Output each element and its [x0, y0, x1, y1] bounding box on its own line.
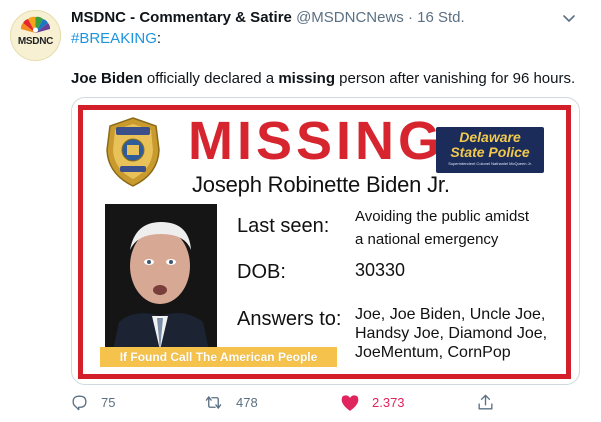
agency-subtitle: Superintendent Colonel Nathaniel McQueen…	[448, 161, 532, 166]
poster-headline: MISSING	[188, 111, 445, 171]
agency-line2: State Police	[450, 144, 530, 160]
answers-to-value-2: Handsy Joe, Diamond Joe,	[355, 325, 548, 342]
dob-value: 30330	[355, 260, 406, 280]
agency-logo: Delaware State Police Superintendent Col…	[436, 127, 544, 173]
tweet-text-bold-name: Joe Biden	[71, 70, 143, 87]
reply-icon	[72, 395, 87, 411]
like-button[interactable]: 2.373	[340, 393, 405, 412]
agency-line1: Delaware	[459, 129, 521, 145]
portrait-photo	[105, 204, 217, 350]
last-seen-value-2: a national emergency	[355, 231, 499, 248]
last-seen-label: Last seen:	[237, 215, 330, 237]
dob-label: DOB:	[237, 261, 286, 283]
avatar[interactable]: MSDNC	[10, 10, 61, 61]
display-name[interactable]: MSDNC - Commentary & Satire	[71, 9, 292, 26]
retweet-icon	[205, 396, 222, 409]
retweet-count: 478	[236, 395, 258, 410]
answers-to-value-1: Joe, Joe Biden, Uncle Joe,	[355, 306, 546, 323]
hashtag-suffix: :	[156, 30, 162, 47]
last-seen-value-1: Avoiding the public amidst	[355, 208, 529, 225]
chevron-down-icon[interactable]	[559, 8, 579, 28]
tweet-media-image[interactable]: MISSING Joseph Robinette Biden Jr. Delaw…	[71, 97, 580, 385]
hashtag-link[interactable]: #BREAKING	[71, 30, 157, 47]
answers-to-value-3: JoeMentum, CornPop	[355, 344, 511, 361]
user-handle[interactable]: @MSDNCNews	[296, 9, 404, 26]
police-badge-icon	[106, 117, 160, 187]
retweet-button[interactable]: 478	[203, 393, 258, 412]
reply-button[interactable]: 75	[70, 393, 115, 412]
hashtag-line: #BREAKING:	[71, 30, 161, 47]
tweet-text-bold-missing: missing	[278, 70, 336, 87]
share-icon	[478, 394, 493, 410]
tweet-header: MSDNC - Commentary & Satire @MSDNCNews ·…	[71, 9, 465, 26]
tweet-text-segment: officially declared a	[142, 70, 279, 87]
tweet-text-segment-end: person after vanishing for 96 hours.	[335, 70, 576, 87]
missing-poster: MISSING Joseph Robinette Biden Jr. Delaw…	[72, 100, 579, 383]
answers-to-label: Answers to:	[237, 308, 342, 330]
found-call-banner: If Found Call The American People	[100, 347, 337, 367]
like-count: 2.373	[372, 395, 405, 410]
avatar-label: MSDNC	[17, 36, 54, 47]
heart-icon	[341, 395, 359, 411]
header-separator: ·	[407, 9, 413, 26]
tweet-text: Joe Biden officially declared a missing …	[71, 70, 575, 87]
reply-count: 75	[101, 395, 116, 410]
share-button[interactable]	[476, 393, 495, 412]
tweet-actions: 75 478 2.373	[0, 393, 601, 417]
tweet-timestamp[interactable]: 16 Std.	[417, 9, 465, 26]
poster-name: Joseph Robinette Biden Jr.	[192, 172, 450, 197]
